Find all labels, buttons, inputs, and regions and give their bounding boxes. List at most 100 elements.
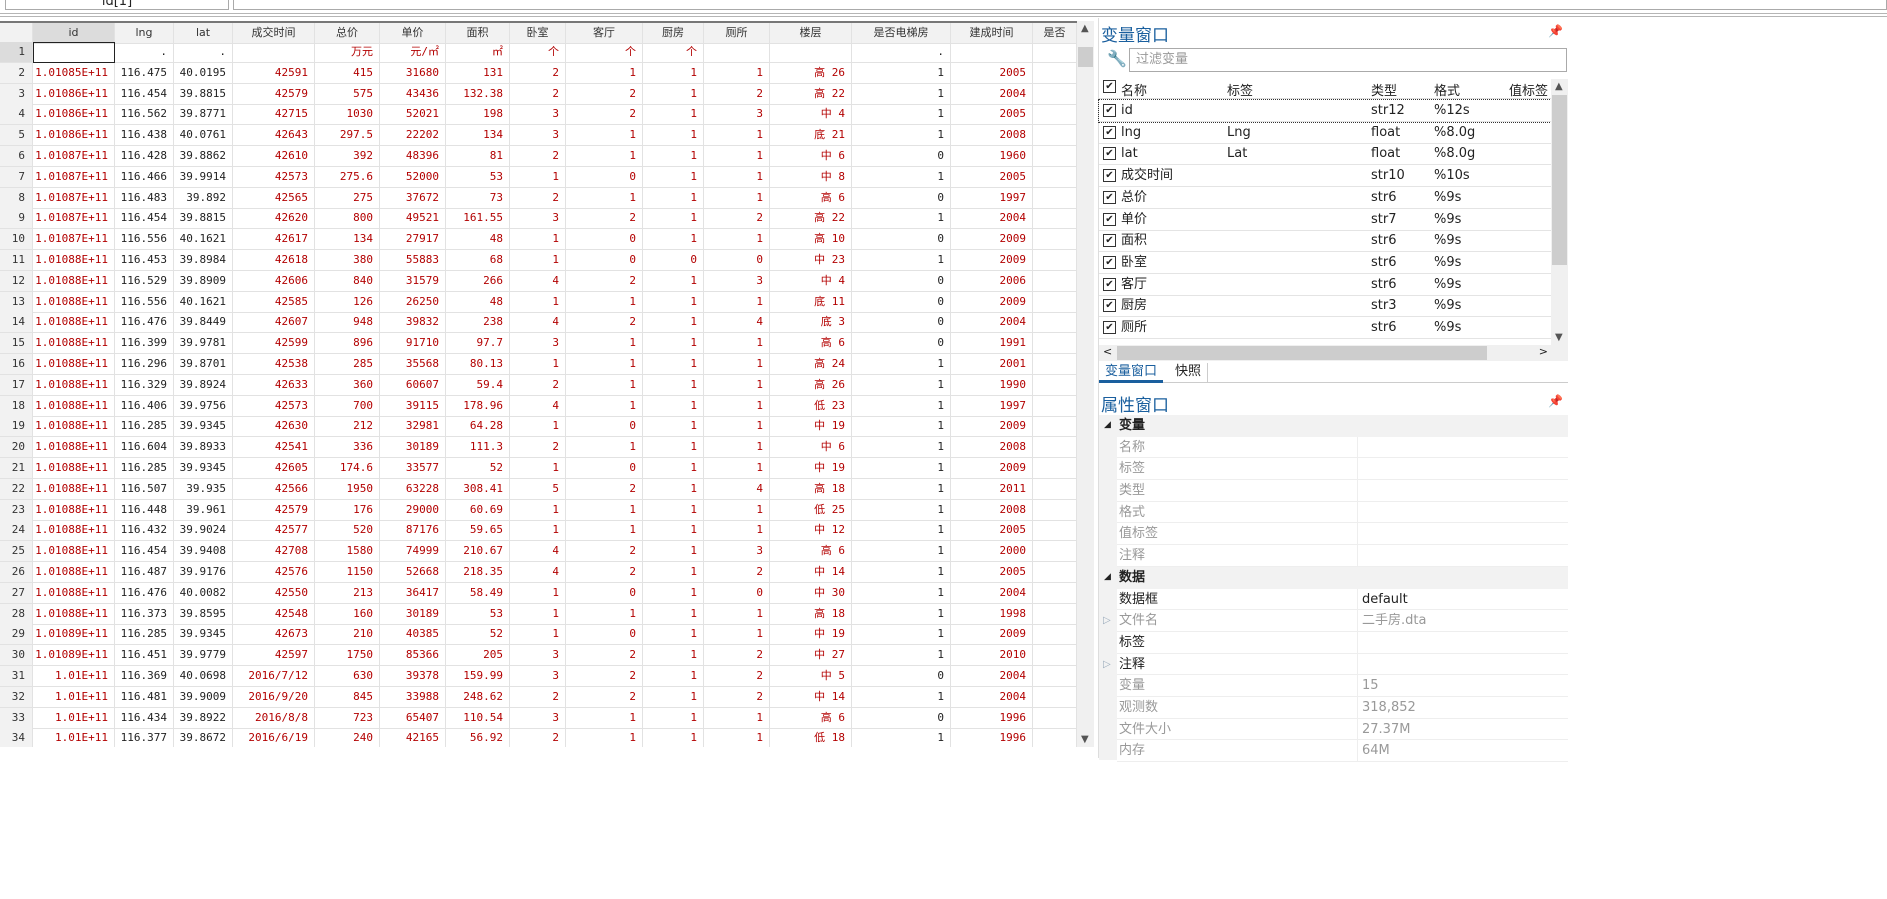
cell[interactable]: 1.01088E+11 [33, 416, 115, 438]
cell[interactable]: 42606 [233, 270, 315, 292]
cell[interactable]: 0 [852, 229, 951, 251]
cell[interactable]: 1 [704, 728, 770, 747]
cell[interactable] [1033, 125, 1077, 147]
cell[interactable]: 116.428 [115, 146, 174, 167]
cell[interactable]: 2 [566, 208, 643, 230]
cell[interactable]: 1 [566, 499, 643, 521]
cell[interactable] [1033, 478, 1077, 500]
cell[interactable] [1033, 707, 1077, 729]
cell[interactable] [1033, 458, 1077, 479]
cell[interactable]: 1.01088E+11 [33, 291, 115, 313]
cell[interactable]: 1 [643, 104, 704, 126]
cell[interactable]: 39832 [380, 312, 446, 334]
cell[interactable] [1033, 395, 1077, 417]
cell[interactable]: 4 [704, 478, 770, 500]
cell[interactable] [1033, 250, 1077, 271]
cell[interactable]: 37672 [380, 187, 446, 209]
cell[interactable]: 42573 [233, 395, 315, 417]
cell[interactable]: 1.01E+11 [33, 666, 115, 687]
cell[interactable]: 0 [566, 229, 643, 251]
cell[interactable]: 39.8924 [174, 374, 233, 396]
cell[interactable]: 1.01088E+11 [33, 603, 115, 625]
cell[interactable]: 176 [315, 499, 380, 521]
variable-row[interactable]: ✔ 卧室 str6 %9s [1099, 252, 1551, 274]
cell[interactable]: 2010 [951, 645, 1033, 667]
cell[interactable]: 低 18 [770, 728, 852, 747]
cell[interactable]: 39.9345 [174, 458, 233, 479]
property-row[interactable]: 注释 [1117, 545, 1568, 567]
cell[interactable]: 1 [643, 374, 704, 396]
cell[interactable]: 42597 [233, 645, 315, 667]
cell[interactable]: 116.529 [115, 270, 174, 292]
column-header-11[interactable]: 楼层 [770, 23, 852, 44]
cell[interactable]: 1 [704, 354, 770, 375]
cell[interactable]: 2 [566, 312, 643, 334]
row-number[interactable]: 7 [0, 166, 33, 188]
cell[interactable]: 42585 [233, 291, 315, 313]
cell[interactable]: 1 [852, 83, 951, 105]
cell[interactable]: 中 6 [770, 146, 852, 167]
cell[interactable]: 0 [852, 270, 951, 292]
cell[interactable]: 1 [643, 83, 704, 105]
cell[interactable]: 42620 [233, 208, 315, 230]
cell[interactable]: 中 19 [770, 624, 852, 646]
cell[interactable]: 2005 [951, 562, 1033, 583]
cell[interactable]: 1 [704, 437, 770, 459]
cell[interactable]: 2006 [951, 270, 1033, 292]
cell[interactable]: 2008 [951, 437, 1033, 459]
cell[interactable]: 56.92 [446, 728, 510, 747]
cell[interactable]: 116.451 [115, 645, 174, 667]
cell[interactable]: 2004 [951, 83, 1033, 105]
cell[interactable]: 52021 [380, 104, 446, 126]
cell[interactable]: 1.01089E+11 [33, 624, 115, 646]
cell[interactable]: 2008 [951, 125, 1033, 147]
row-number[interactable]: 28 [0, 603, 33, 625]
header-name[interactable]: 名称 [1121, 80, 1147, 99]
cell[interactable]: 39.8672 [174, 728, 233, 747]
cell[interactable]: 1 [852, 354, 951, 375]
variables-vertical-scrollbar[interactable]: ▲ ▼ [1551, 79, 1568, 345]
cell[interactable]: 1.01088E+11 [33, 354, 115, 375]
cell[interactable]: 42165 [380, 728, 446, 747]
cell[interactable]: 中 8 [770, 166, 852, 188]
cell[interactable]: 39.8771 [174, 104, 233, 126]
row-number[interactable]: 18 [0, 395, 33, 417]
cell[interactable]: 高 6 [770, 707, 852, 729]
cell[interactable]: 68 [446, 250, 510, 271]
property-row[interactable]: 观测数 318,852 [1117, 696, 1568, 719]
cell[interactable]: 116.476 [115, 312, 174, 334]
cell[interactable]: 2004 [951, 208, 1033, 230]
cell[interactable]: 74999 [380, 541, 446, 563]
cell[interactable]: 116.476 [115, 582, 174, 604]
column-header-12[interactable]: 是否电梯房 [852, 23, 951, 44]
property-row[interactable]: 内存 64M [1117, 740, 1568, 762]
cell[interactable]: 1.01088E+11 [33, 270, 115, 292]
cell[interactable]: 2005 [951, 520, 1033, 542]
property-row[interactable]: ▷ 文件名 二手房.dta [1103, 610, 1568, 632]
cell[interactable]: 174.6 [315, 458, 380, 479]
cell[interactable]: 1 [566, 437, 643, 459]
data-grid[interactable]: id lng lat 成交时间 总价 单价 面积 卧室 客厅 厨房 厕所 楼层 是否电梯房 建成时间 是否 1… [0, 21, 1077, 747]
variable-checkbox[interactable]: ✔ [1103, 234, 1116, 248]
cell[interactable]: 0 [852, 312, 951, 334]
cell[interactable]: 2 [566, 541, 643, 563]
cell[interactable]: 1.01088E+11 [33, 541, 115, 563]
cell[interactable]: 1 [643, 520, 704, 542]
cell[interactable]: 1 [704, 229, 770, 251]
cell[interactable]: 126 [315, 291, 380, 313]
cell[interactable]: 3 [510, 333, 566, 355]
variable-checkbox[interactable]: ✔ [1103, 147, 1116, 161]
cell[interactable]: 4 [704, 312, 770, 334]
cell[interactable]: 0 [566, 250, 643, 271]
cell[interactable]: 1030 [315, 104, 380, 126]
cell[interactable]: 1950 [315, 478, 380, 500]
cell[interactable]: 240 [315, 728, 380, 747]
column-header-9[interactable]: 厨房 [643, 23, 704, 44]
cell[interactable]: 1 [852, 686, 951, 708]
cell[interactable]: 53 [446, 166, 510, 188]
cell[interactable] [1033, 416, 1077, 438]
cell[interactable]: 高 18 [770, 603, 852, 625]
cell[interactable]: 1 [510, 603, 566, 625]
cell[interactable]: 2008 [951, 499, 1033, 521]
cell[interactable]: 52 [446, 458, 510, 479]
